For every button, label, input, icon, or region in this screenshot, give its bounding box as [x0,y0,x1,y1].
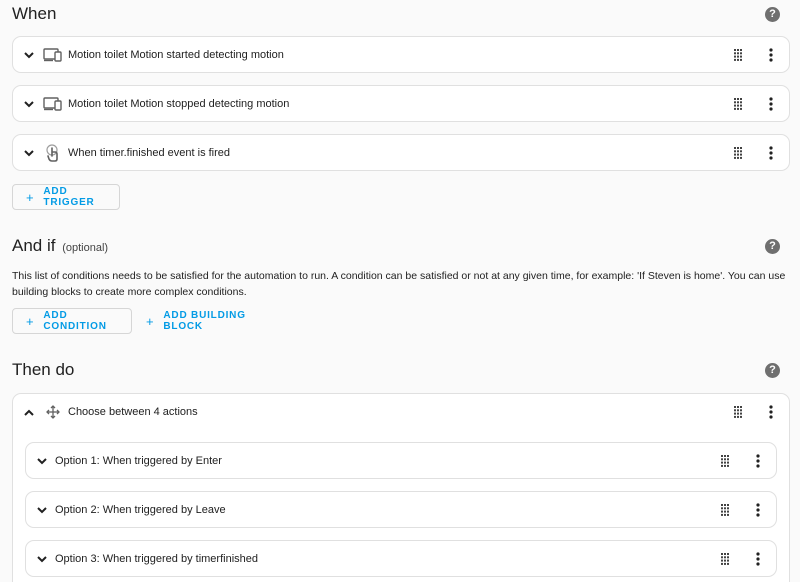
option-label: Option 3: When triggered by timerfinishe… [55,553,258,565]
option-card-3[interactable]: Option 3: When triggered by timerfinishe… [25,540,777,577]
choose-action-card[interactable]: Choose between 4 actions Option 1: When … [12,393,790,582]
chevron-up-icon[interactable] [22,405,36,419]
add-condition-label: ADD CONDITION [43,310,107,332]
and-if-header: And if (optional) ? [12,236,780,256]
option-label: Option 2: When triggered by Leave [55,504,226,516]
more-options-icon[interactable] [754,454,762,468]
chevron-down-icon[interactable] [22,48,36,62]
when-header: When ? [12,4,780,24]
plus-icon: + [26,189,35,205]
add-building-block-label: ADD BUILDING BLOCK [163,310,246,332]
drag-handle-icon[interactable] [720,455,730,467]
touch-icon [42,144,64,162]
drag-handle-icon[interactable] [733,406,743,418]
trigger-label: Motion toilet Motion stopped detecting m… [68,98,290,110]
drag-handle-icon[interactable] [720,504,730,516]
add-building-block-button[interactable]: + ADD BUILDING BLOCK [133,308,283,334]
option-label: Option 1: When triggered by Enter [55,455,222,467]
add-trigger-button[interactable]: + ADD TRIGGER [12,184,120,210]
chevron-down-icon[interactable] [22,146,36,160]
more-options-icon[interactable] [767,405,775,419]
and-if-title-wrap: And if (optional) [12,236,108,256]
trigger-label: When timer.finished event is fired [68,147,231,159]
drag-handle-icon[interactable] [720,553,730,565]
and-if-title: And if [12,236,56,255]
more-options-icon[interactable] [767,48,775,62]
device-icon [42,95,64,113]
automation-editor: When ? Motion toilet Motion started dete… [0,0,800,582]
add-trigger-label: ADD TRIGGER [43,186,95,208]
more-options-icon[interactable] [754,552,762,566]
drag-handle-icon[interactable] [733,147,743,159]
device-icon [42,46,64,64]
chevron-down-icon[interactable] [22,97,36,111]
trigger-card-3[interactable]: When timer.finished event is fired [12,134,790,171]
add-condition-button[interactable]: + ADD CONDITION [12,308,132,334]
more-options-icon[interactable] [767,146,775,160]
trigger-card-2[interactable]: Motion toilet Motion stopped detecting m… [12,85,790,122]
conditions-description: This list of conditions needs to be sati… [12,270,786,298]
chevron-down-icon[interactable] [35,552,49,566]
then-do-header: Then do ? [12,360,780,380]
choose-label: Choose between 4 actions [68,406,198,418]
drag-handle-icon[interactable] [733,49,743,61]
arrows-split-icon [42,403,64,421]
then-do-help-icon[interactable]: ? [765,362,780,378]
plus-icon: + [146,313,155,329]
option-card-1[interactable]: Option 1: When triggered by Enter [25,442,777,479]
chevron-down-icon[interactable] [35,454,49,468]
when-title: When [12,4,57,23]
option-card-2[interactable]: Option 2: When triggered by Leave [25,491,777,528]
optional-label: (optional) [62,242,109,254]
more-options-icon[interactable] [754,503,762,517]
drag-handle-icon[interactable] [733,98,743,110]
plus-icon: + [26,313,35,329]
chevron-down-icon[interactable] [35,503,49,517]
and-if-help-icon[interactable]: ? [765,238,780,254]
trigger-card-1[interactable]: Motion toilet Motion started detecting m… [12,36,790,73]
trigger-label: Motion toilet Motion started detecting m… [68,49,284,61]
when-help-icon[interactable]: ? [765,6,780,22]
more-options-icon[interactable] [767,97,775,111]
then-do-title: Then do [12,360,75,379]
